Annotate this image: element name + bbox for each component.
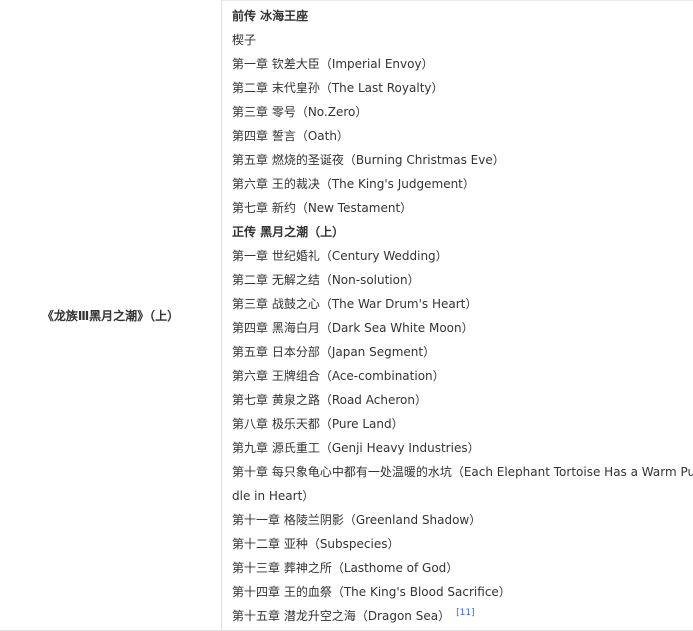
chapter-text: 第十二章 亚种（Subspecies） [232, 537, 400, 551]
chapter-item: 第一章 钦差大臣（Imperial Envoy） [232, 52, 693, 76]
chapter-item: 第二章 无解之结（Non-solution） [232, 268, 693, 292]
chapter-text: 第三章 战鼓之心（The War Drum's Heart） [232, 297, 478, 311]
chapter-list-cell: 前传 冰海王座 楔子第一章 钦差大臣（Imperial Envoy） 第二章 末代皇… [221, 0, 693, 631]
table-row: 《龙族Ⅲ黑月之潮》（上） 前传 冰海王座 楔子第一章 钦差大臣（Imperial … [0, 0, 693, 631]
chapter-item: 第六章 王的裁决（The King's Judgement） [232, 172, 693, 196]
chapter-text: 第二章 末代皇孙（The Last Royalty） [232, 81, 444, 95]
chapter-text: 第四章 誓言（Oath） [232, 129, 349, 143]
chapter-item: 第五章 燃烧的圣诞夜（Burning Christmas Eve） [232, 148, 693, 172]
chapter-item: 第六章 王牌组合（Ace-combination） [232, 364, 693, 388]
chapter-text: 第十五章 潜龙升空之海（Dragon Sea） [232, 609, 451, 623]
chapter-item: dle in Heart） [232, 484, 693, 508]
chapter-text: 第六章 王的裁决（The King's Judgement） [232, 177, 475, 191]
chapter-text: 第八章 极乐天都（Pure Land） [232, 417, 404, 431]
chapter-text: 正传 黑月之潮（上） [232, 225, 345, 239]
chapter-text: 第二章 无解之结（Non-solution） [232, 273, 420, 287]
book-title-cell: 《龙族Ⅲ黑月之潮》（上） [0, 0, 222, 631]
chapter-item: 第十章 每只象龟心中都有一处温暖的水坑（Each Elephant Tortoi… [232, 460, 693, 484]
section-heading: 正传 黑月之潮（上） [232, 220, 693, 244]
chapter-item: 第五章 日本分部（Japan Segment） [232, 340, 693, 364]
chapter-item: 第十三章 葬神之所（Lasthome of God） [232, 556, 693, 580]
chapter-text: 第四章 黑海白月（Dark Sea White Moon） [232, 321, 474, 335]
chapter-item: 第七章 新约（New Testament） [232, 196, 693, 220]
chapter-item: 第十五章 潜龙升空之海（Dragon Sea） [11] [232, 604, 693, 628]
chapter-text: 第十四章 王的血祭（The King's Blood Sacrifice） [232, 585, 511, 599]
chapter-item: 第一章 世纪婚礼（Century Wedding） [232, 244, 693, 268]
book-title: 《龙族Ⅲ黑月之潮》（上） [41, 308, 180, 323]
chapter-item: 第四章 誓言（Oath） [232, 124, 693, 148]
chapter-item: 第十二章 亚种（Subspecies） [232, 532, 693, 556]
chapter-item: 第十一章 格陵兰阴影（Greenland Shadow） [232, 508, 693, 532]
chapter-item: 第八章 极乐天都（Pure Land） [232, 412, 693, 436]
chapter-item: 第二章 末代皇孙（The Last Royalty） [232, 76, 693, 100]
chapter-text: 第十三章 葬神之所（Lasthome of God） [232, 561, 459, 575]
chapter-item: 第四章 黑海白月（Dark Sea White Moon） [232, 316, 693, 340]
chapter-item: 第三章 战鼓之心（The War Drum's Heart） [232, 292, 693, 316]
chapter-text: 第九章 源氏重工（Genji Heavy Industries） [232, 441, 480, 455]
chapter-list: 前传 冰海王座 楔子第一章 钦差大臣（Imperial Envoy） 第二章 末代皇… [232, 4, 693, 628]
chapter-text: 第一章 钦差大臣（Imperial Envoy） [232, 57, 434, 71]
chapter-text: 第一章 世纪婚礼（Century Wedding） [232, 249, 448, 263]
chapter-text: 第七章 黄泉之路（Road Acheron） [232, 393, 427, 407]
chapter-item: 第三章 零号（No.Zero） [232, 100, 693, 124]
chapter-text: 楔子 [232, 33, 257, 47]
section-heading: 前传 冰海王座 [232, 4, 693, 28]
chapter-text: 第五章 燃烧的圣诞夜（Burning Christmas Eve） [232, 153, 505, 167]
chapter-table: 《龙族Ⅲ黑月之潮》（上） 前传 冰海王座 楔子第一章 钦差大臣（Imperial … [0, 0, 693, 631]
chapter-text: dle in Heart） [232, 489, 315, 503]
chapter-text: 第十一章 格陵兰阴影（Greenland Shadow） [232, 513, 482, 527]
chapter-text: 第五章 日本分部（Japan Segment） [232, 345, 436, 359]
chapter-text: 第三章 零号（No.Zero） [232, 105, 368, 119]
chapter-item: 第十四章 王的血祭（The King's Blood Sacrifice） [232, 580, 693, 604]
chapter-item: 楔子 [232, 28, 693, 52]
reference-link[interactable]: [11] [456, 608, 474, 618]
chapter-item: 第七章 黄泉之路（Road Acheron） [232, 388, 693, 412]
chapter-item: 第九章 源氏重工（Genji Heavy Industries） [232, 436, 693, 460]
chapter-text: 前传 冰海王座 [232, 9, 309, 23]
chapter-text: 第六章 王牌组合（Ace-combination） [232, 369, 445, 383]
chapter-text: 第七章 新约（New Testament） [232, 201, 413, 215]
chapter-text: 第十章 每只象龟心中都有一处温暖的水坑（Each Elephant Tortoi… [232, 465, 693, 479]
